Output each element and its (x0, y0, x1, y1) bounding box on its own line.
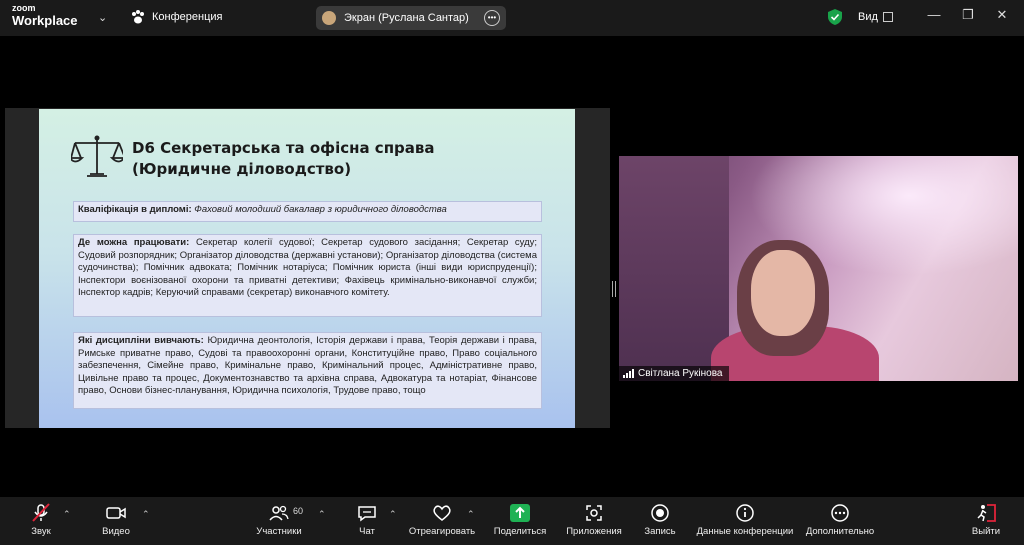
apps-label: Приложения (566, 526, 622, 537)
participants-options-chevron-icon[interactable]: ⌃ (318, 509, 326, 520)
slide-title: D6 Секретарська та офісна справа (Юридич… (132, 139, 435, 178)
chat-icon (358, 506, 376, 522)
screen-share-indicator[interactable]: Экран (Руслана Сантар) ••• (316, 6, 506, 30)
video-button[interactable]: Видео (98, 503, 134, 537)
leave-door-icon (977, 504, 996, 522)
more-button[interactable]: Дополнительно (805, 503, 875, 537)
chat-button[interactable]: Чат (354, 503, 380, 537)
record-label: Запись (644, 526, 676, 537)
more-dots-icon (831, 504, 849, 522)
video-options-chevron-icon[interactable]: ⌃ (142, 509, 150, 520)
heart-icon (433, 505, 451, 521)
chat-label: Чат (359, 526, 375, 537)
participant-name-tag: Світлана Рукінова (619, 366, 729, 381)
participants-icon (269, 505, 289, 521)
audio-options-chevron-icon[interactable]: ⌃ (63, 509, 71, 520)
logo-main-text: Workplace (12, 13, 78, 28)
screen-share-label: Экран (Руслана Сантар) (344, 12, 469, 24)
more-label: Дополнительно (805, 526, 875, 537)
view-label: Вид (858, 11, 878, 23)
chat-options-chevron-icon[interactable]: ⌃ (389, 509, 397, 520)
participants-label: Участники (256, 526, 302, 537)
restore-icon[interactable]: ❐ (958, 7, 978, 23)
participants-count: 60 (293, 506, 304, 516)
participant-name: Світлана Рукінова (638, 368, 723, 379)
chevron-down-icon[interactable]: ⌄ (98, 11, 107, 24)
meeting-info-button[interactable]: Конференция (130, 9, 222, 25)
qualification-value: Фаховий молодший бакалавр з юридичного д… (194, 204, 447, 215)
paw-icon (132, 10, 144, 24)
video-label: Видео (102, 526, 130, 537)
scales-of-justice-icon (71, 135, 123, 177)
workplaces-box: Де можна працювати: Секретар колегії суд… (73, 234, 542, 317)
qualification-label: Кваліфікація в дипломі: (78, 204, 192, 215)
leave-button[interactable]: Выйти (968, 503, 1004, 537)
react-label: Отреагировать (408, 526, 476, 537)
more-options-icon[interactable]: ••• (484, 10, 500, 26)
shield-check-icon[interactable] (828, 9, 842, 25)
avatar (322, 11, 336, 25)
meeting-toolbar: Звук ⌃ Видео ⌃ Участники 60 ⌃ Чат ⌃ Отре… (0, 497, 1024, 545)
share-label: Поделиться (493, 526, 547, 537)
disciplines-label: Які дисципліни вивчають: (78, 335, 204, 346)
meeting-info-toolbar-button[interactable]: Данные конференции (696, 503, 794, 537)
work-label: Де можна працювати: (78, 237, 190, 248)
resize-handle[interactable] (612, 281, 616, 297)
record-icon (651, 504, 669, 522)
video-camera-icon (106, 507, 126, 519)
info-label: Данные конференции (696, 526, 794, 537)
audio-button[interactable]: Звук (22, 503, 60, 537)
audio-label: Звук (31, 526, 51, 537)
view-button[interactable]: Вид (858, 11, 893, 23)
apps-button[interactable]: Приложения (565, 503, 623, 537)
logo-small-text: zoom (12, 3, 36, 13)
qualification-box: Кваліфікація в дипломі: Фаховий молодший… (73, 201, 542, 222)
participant-face (751, 250, 815, 336)
signal-bars-icon (623, 369, 634, 378)
react-button[interactable]: Отреагировать (408, 503, 476, 537)
participant-video-tile[interactable]: Світлана Рукінова (619, 156, 1018, 381)
leave-label: Выйти (971, 526, 1001, 537)
minimize-icon[interactable]: — (924, 7, 944, 22)
info-icon (736, 504, 754, 522)
meeting-title: Конференция (152, 11, 223, 23)
video-background (619, 156, 729, 381)
react-options-chevron-icon[interactable]: ⌃ (467, 509, 475, 520)
record-button[interactable]: Запись (640, 503, 680, 537)
disciplines-box: Які дисципліни вивчають: Юридична деонто… (73, 332, 542, 409)
close-icon[interactable]: ✕ (992, 7, 1012, 23)
microphone-muted-icon (32, 503, 50, 522)
share-screen-button[interactable]: Поделиться (492, 503, 548, 537)
share-screen-icon (510, 504, 530, 522)
grid-icon (882, 12, 893, 22)
top-bar: zoom Workplace ⌄ Конференция Экран (Русл… (0, 0, 1024, 36)
zoom-logo: zoom Workplace (12, 3, 78, 28)
apps-icon (586, 505, 602, 521)
presentation-slide: D6 Секретарська та офісна справа (Юридич… (39, 109, 575, 428)
